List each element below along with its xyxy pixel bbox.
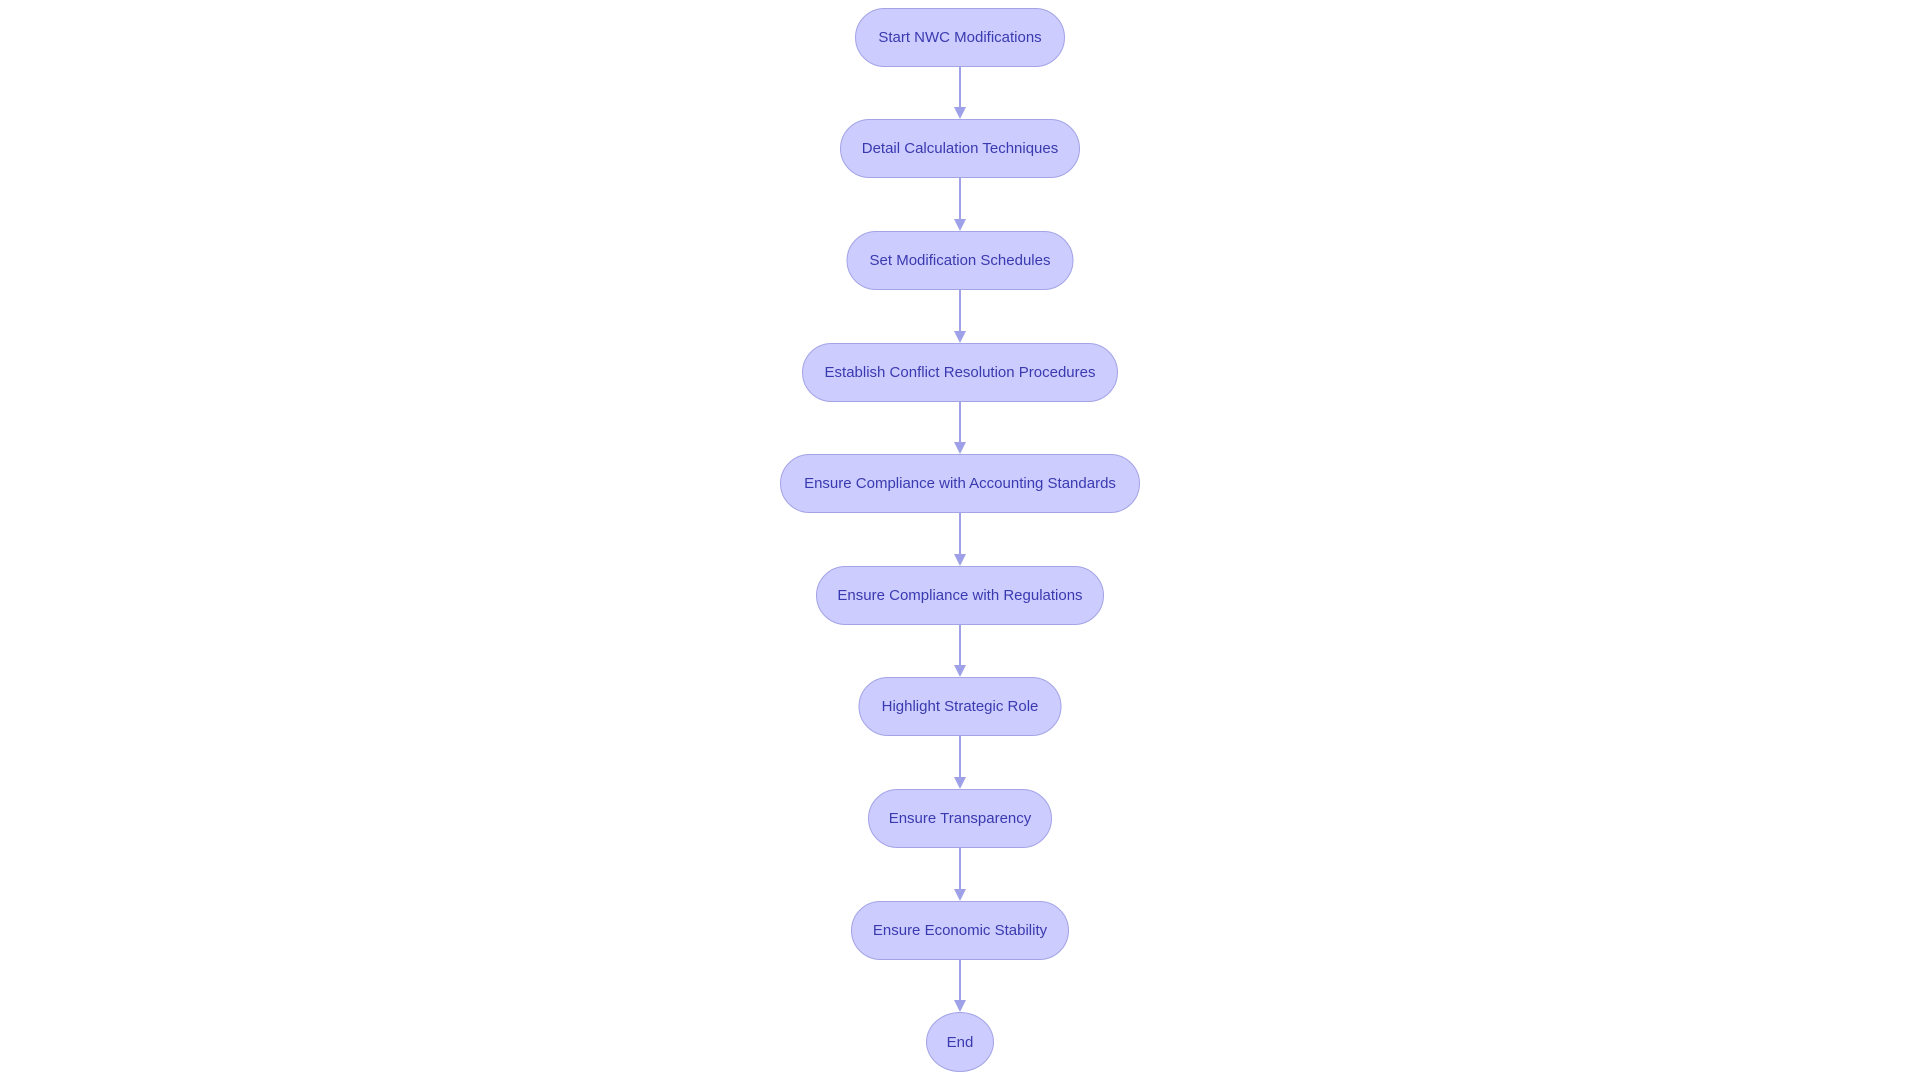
node-label: Ensure Transparency <box>888 810 1032 827</box>
node-label: Set Modification Schedules <box>869 252 1051 269</box>
arrowhead-icon <box>954 889 966 901</box>
arrowhead-icon <box>954 107 966 119</box>
arrowhead-icon <box>954 554 966 566</box>
node-label: Detail Calculation Techniques <box>861 140 1059 157</box>
node-end: End <box>926 1012 994 1072</box>
node-set-modification-schedules: Set Modification Schedules <box>846 231 1074 290</box>
arrowhead-icon <box>954 331 966 343</box>
node-highlight-strategic-role: Highlight Strategic Role <box>858 677 1062 736</box>
node-compliance-accounting-standards: Ensure Compliance with Accounting Standa… <box>780 454 1140 513</box>
node-label: Start NWC Modifications <box>878 29 1042 46</box>
node-ensure-economic-stability: Ensure Economic Stability <box>851 901 1069 960</box>
node-compliance-regulations: Ensure Compliance with Regulations <box>816 566 1104 625</box>
node-establish-conflict-resolution: Establish Conflict Resolution Procedures <box>802 343 1118 402</box>
arrowhead-icon <box>954 442 966 454</box>
arrowhead-icon <box>954 665 966 677</box>
node-label: Establish Conflict Resolution Procedures <box>824 364 1096 381</box>
node-label: Ensure Compliance with Accounting Standa… <box>804 475 1116 492</box>
node-label: End <box>946 1033 974 1051</box>
flowchart-canvas: Start NWC Modifications Detail Calculati… <box>0 0 1920 1080</box>
node-label: Ensure Compliance with Regulations <box>837 587 1083 604</box>
node-start: Start NWC Modifications <box>855 8 1065 67</box>
node-detail-calculation-techniques: Detail Calculation Techniques <box>840 119 1080 178</box>
node-label: Highlight Strategic Role <box>881 698 1039 715</box>
node-ensure-transparency: Ensure Transparency <box>868 789 1052 848</box>
arrowhead-icon <box>954 219 966 231</box>
node-label: Ensure Economic Stability <box>872 922 1048 939</box>
arrowhead-icon <box>954 777 966 789</box>
arrowhead-icon <box>954 1000 966 1012</box>
